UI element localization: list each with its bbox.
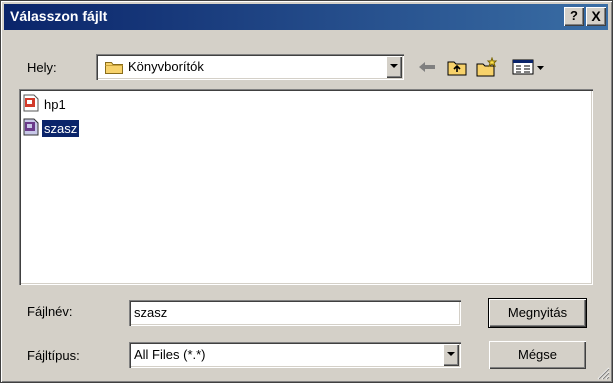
look-in-value: Könyvborítók <box>128 59 204 74</box>
up-folder-icon[interactable] <box>445 56 469 78</box>
filetype-dropdown-arrow[interactable] <box>443 344 459 366</box>
file-name: szasz <box>40 118 81 138</box>
file-item-szasz[interactable]: szasz <box>23 118 81 139</box>
look-in-label: Hely: <box>27 60 57 75</box>
close-button[interactable]: X <box>586 7 606 26</box>
help-button[interactable]: ? <box>564 7 584 26</box>
file-list[interactable]: hp1 szasz <box>19 89 593 285</box>
view-menu-icon[interactable] <box>509 56 549 78</box>
filetype-dropdown[interactable]: All Files (*.*) <box>129 342 461 368</box>
file-open-dialog: Válasszon fájlt ? X Hely: Könyvborítók h… <box>0 0 613 383</box>
folder-icon <box>105 60 123 77</box>
filetype-label: Fájltípus: <box>27 348 80 363</box>
file-name: hp1 <box>44 96 66 112</box>
back-arrow-icon[interactable] <box>415 56 439 78</box>
look-in-dropdown[interactable]: Könyvborítók <box>96 54 404 80</box>
filename-input[interactable]: szasz <box>129 300 461 326</box>
open-button[interactable]: Megnyitás <box>488 298 587 328</box>
window-title: Válasszon fájlt <box>10 8 108 24</box>
filename-label: Fájlnév: <box>27 304 73 319</box>
title-bar: Válasszon fájlt ? X <box>4 4 608 30</box>
file-item-hp1[interactable]: hp1 <box>23 94 68 115</box>
image-file-icon <box>23 94 39 115</box>
new-folder-icon[interactable] <box>475 56 499 78</box>
cancel-button[interactable]: Mégse <box>489 341 586 369</box>
filetype-value: All Files (*.*) <box>134 347 206 362</box>
image-file-icon <box>23 118 39 139</box>
resize-grip-icon[interactable] <box>596 366 610 380</box>
filename-value: szasz <box>134 305 168 320</box>
look-in-dropdown-arrow[interactable] <box>386 56 402 78</box>
